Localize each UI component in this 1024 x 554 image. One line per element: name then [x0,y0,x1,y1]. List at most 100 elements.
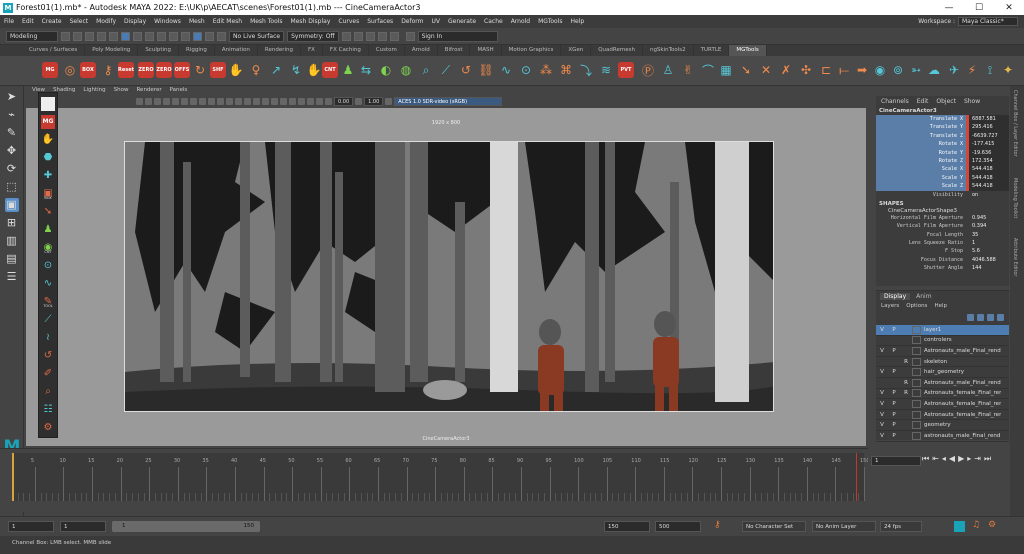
menu-help[interactable]: Help [567,18,589,25]
cloud-icon[interactable]: ☁ [926,62,942,78]
four-view-layout-icon[interactable]: ⊞ [5,216,19,230]
redo-icon[interactable] [109,31,118,41]
mg-snake-icon[interactable]: ≀ [41,331,55,345]
color-management-icon[interactable] [385,98,393,105]
mg-panel-header-icon[interactable] [41,97,55,111]
mg-panel-logo-icon[interactable]: MG [41,115,55,129]
layer-row[interactable]: V P Astronauts_female_Final_rer [876,399,1009,410]
animation-start-field[interactable]: 1 [8,521,54,532]
move-layer-down-icon[interactable] [977,314,984,321]
mg-loop-icon[interactable]: ↺ [41,349,55,363]
menu-display[interactable]: Display [120,18,150,25]
box-icon[interactable]: BOX [80,62,96,78]
attr-value[interactable]: 144 [969,264,1009,272]
auto-key-icon[interactable]: ⚷ [714,520,721,530]
pvt-icon[interactable]: PVT [618,62,634,78]
layer-color-swatch[interactable] [912,357,921,366]
shelf-tab-quadremesh[interactable]: QuadRemesh [591,45,643,56]
render-settings-icon[interactable] [365,31,375,41]
shelf-tab-bifrost[interactable]: Bifrost [438,45,471,56]
menu-cache[interactable]: Cache [480,18,507,25]
cnt-icon[interactable]: CNT [322,62,338,78]
layer-visibility-toggle[interactable]: V [876,422,888,428]
attr-value[interactable]: 0.394 [969,222,1009,230]
ambient-occlusion-icon[interactable] [271,98,278,105]
layer-row[interactable]: Rskeleton [876,357,1009,368]
layer-visibility-toggle[interactable]: V [876,401,888,407]
tab-anim[interactable]: Anim [912,293,935,300]
snake-icon[interactable]: ∿ [498,62,514,78]
viewport-menu-panels[interactable]: Panels [170,86,188,95]
arrow-orange-icon[interactable]: ➘ [738,62,754,78]
sign-in-field[interactable]: Sign In [417,30,498,42]
attr-value[interactable]: -177.415 [969,140,1009,149]
step-back-key-icon[interactable]: ⇤ [932,454,939,464]
anim-layer-select[interactable]: No Anim Layer [812,521,876,532]
channel-box-layer-editor-tab[interactable]: Channel Box / Layer Editor [1012,90,1018,157]
step-forward-frame-icon[interactable]: ▸ [967,454,971,464]
minimize-button[interactable]: — [934,3,964,13]
layer-color-swatch[interactable] [912,325,921,334]
mg-hand-icon[interactable]: ✋ [41,133,55,147]
go-to-end-icon[interactable]: ⏭ [984,454,991,464]
tab-display[interactable]: Display [880,293,911,300]
mg-target-icon[interactable]: ⊙ [41,259,55,273]
exposure-field[interactable]: 0.00 [334,97,354,106]
audio-icon[interactable]: ♫ [972,520,980,530]
layer-color-swatch[interactable] [912,431,921,440]
attr-row-translate-y[interactable]: Translate Y 295.416 [876,123,1009,132]
gate-mask-icon[interactable] [190,98,197,105]
right-arrow-icon[interactable]: ➡ [854,62,870,78]
play-backwards-icon[interactable]: ◀ [949,454,955,464]
animation-end-field[interactable]: 500 [655,521,701,532]
attr-value[interactable]: 1 [969,239,1009,247]
attr-row-rotate-z[interactable]: Rotate Z 172.354 [876,156,1009,166]
menu-mgtools[interactable]: MGTools [534,18,566,25]
attr-value[interactable]: 295.416 [969,123,1009,132]
step-back-frame-icon[interactable]: ◂ [942,454,946,464]
layer-row[interactable]: V Pastronauts_male_Final_rend [876,431,1009,442]
xray-icon[interactable] [307,98,314,105]
loop-icon[interactable]: ↺ [458,62,474,78]
zero-key-icon[interactable]: ZERO [156,62,172,78]
layer-row[interactable]: V Phair_geometry [876,367,1009,378]
layer-visibility-toggle[interactable]: V [876,348,888,354]
person-icon[interactable]: ♀ [248,62,264,78]
attr-value[interactable]: on [969,191,1009,199]
shelf-tab-poly-modeling[interactable]: Poly Modeling [85,45,139,56]
render-icon[interactable] [341,31,351,41]
step-forward-key-icon[interactable]: ⇥ [974,454,981,464]
mg-cnt-icon[interactable]: ◉ CNT [41,241,55,255]
mg-search-icon[interactable]: ⌕ [41,385,55,399]
attr-value[interactable]: 6887.581 [969,115,1009,124]
select-hierarchy-icon[interactable] [121,31,130,41]
attr-row-translate-z[interactable]: Translate Z -6639.727 [876,131,1009,141]
channel-box-menu-channels[interactable]: Channels [881,98,909,105]
layer-row[interactable]: R Astronauts_male_Final_rend [876,378,1009,389]
maximize-button[interactable]: ☐ [964,3,994,13]
attr-value[interactable]: 544.418 [969,165,1009,174]
layer-row[interactable]: V Pgeometry [876,420,1009,431]
shelf-tab-curves-surfaces[interactable]: Curves / Surfaces [22,45,86,56]
mg-logo-icon[interactable]: MG [42,62,58,78]
menu-generate[interactable]: Generate [444,18,480,25]
snap-grid-icon[interactable] [157,31,166,41]
attr-row-scale-x[interactable]: Scale X 544.418 [876,165,1009,174]
save-scene-icon[interactable] [85,31,94,41]
move-icon[interactable]: ✣ [798,62,814,78]
attr-value[interactable]: 172.354 [969,156,1009,166]
time-slider[interactable]: 5 10 15 20 25 30 35 40 45 50 55 60 65 70 75 80 85 90 95 100… [0,448,870,512]
rotate-tool-icon[interactable]: ⟳ [5,162,19,176]
shelf-tab-motion-graphics[interactable]: Motion Graphics [502,45,562,56]
layer-color-swatch[interactable] [912,378,921,387]
single-perspective-layout-icon[interactable]: ▣ [4,198,19,212]
menu-set-select[interactable]: Modeling [6,30,58,42]
menu-edit[interactable]: Edit [18,18,38,25]
go-to-start-icon[interactable]: ⏮ [922,454,929,464]
dots-icon[interactable]: ⁂ [538,62,554,78]
attr-row-rotate-y[interactable]: Rotate Y -19.636 [876,148,1009,157]
paint-select-tool-icon[interactable]: ✎ [5,126,19,140]
figure-icon[interactable]: ♟ [340,62,356,78]
orbit-icon[interactable]: ⊚ [890,62,906,78]
bird-icon[interactable]: ✈ [946,62,962,78]
